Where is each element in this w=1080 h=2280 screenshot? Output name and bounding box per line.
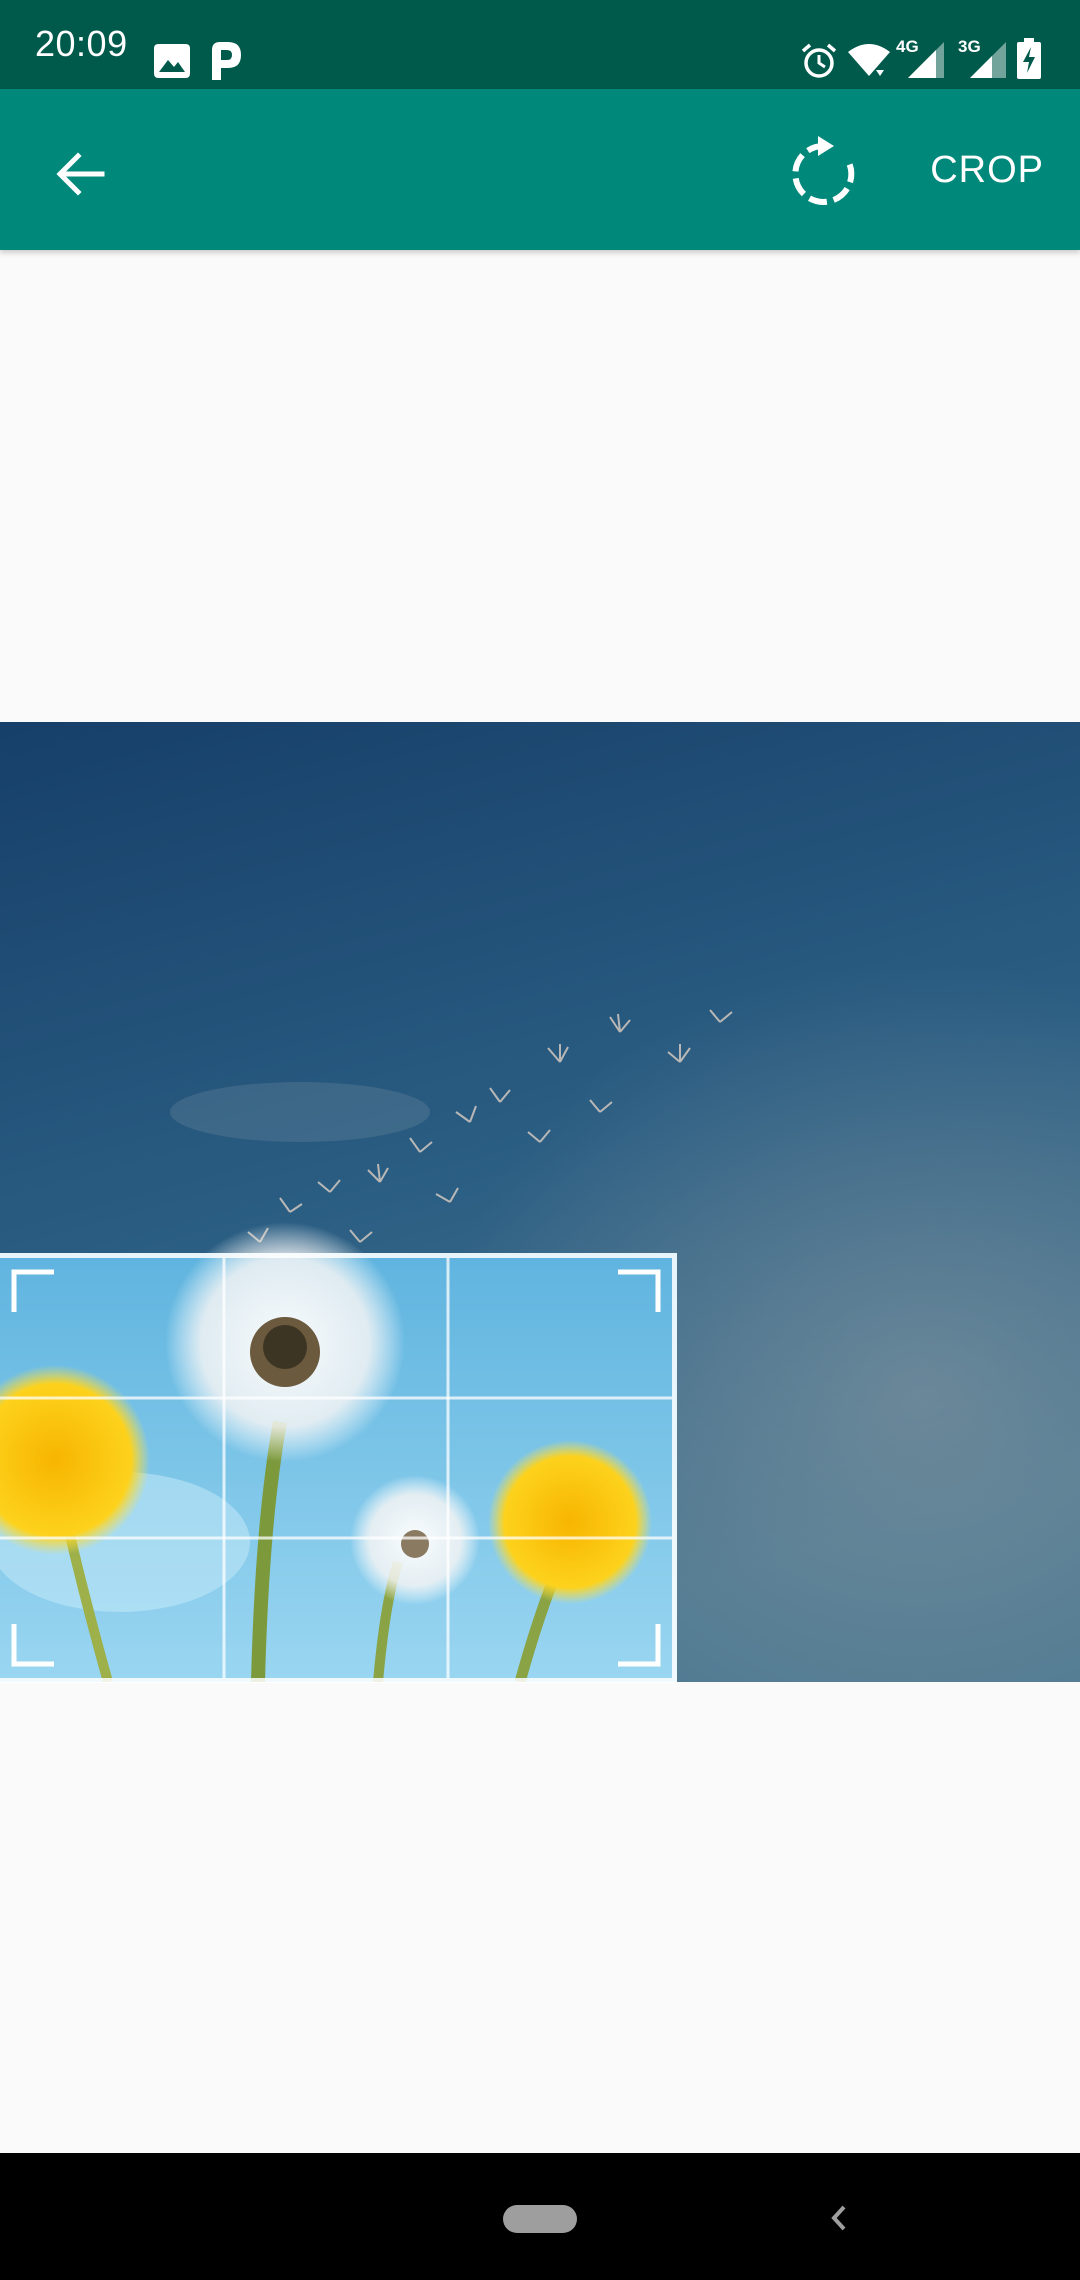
status-bar: 20:09 4G 3G [0,0,1080,89]
parking-icon [208,40,244,87]
alarm-icon [800,42,838,85]
battery-charging-icon [1016,38,1042,85]
nav-back-icon [831,2205,846,2231]
arrow-back-icon [56,152,105,196]
crop-corner-bottom-right[interactable] [618,1624,661,1667]
home-pill-icon[interactable] [503,2205,577,2233]
crop-corner-bottom-left[interactable] [11,1624,54,1667]
rotate-icon [792,136,855,205]
crop-corner-top-right[interactable] [618,1269,661,1312]
image-icon [153,43,191,84]
back-button[interactable] [40,134,120,214]
wifi-icon [846,42,892,83]
navigation-bar [0,2153,1080,2280]
rotate-button[interactable] [780,127,870,217]
signal-3g-icon [968,40,1008,85]
status-time: 20:09 [35,23,128,64]
crop-frame[interactable] [0,1253,677,1683]
signal-4g-icon [906,40,946,85]
crop-button[interactable]: CROP [930,147,1044,193]
nav-back-button[interactable] [818,2193,858,2243]
crop-corner-top-left[interactable] [11,1269,54,1312]
app-toolbar: CROP [0,89,1080,250]
